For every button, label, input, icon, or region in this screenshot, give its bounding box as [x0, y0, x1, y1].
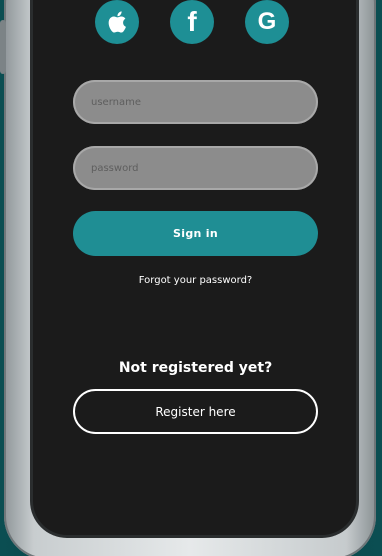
- social-login-row: f G: [95, 0, 295, 44]
- facebook-login-button[interactable]: f: [170, 0, 214, 44]
- username-input[interactable]: [73, 80, 318, 124]
- apple-login-button[interactable]: [95, 0, 139, 44]
- sign-in-button[interactable]: Sign in: [73, 211, 318, 256]
- not-registered-heading: Not registered yet?: [118, 360, 273, 376]
- forgot-password-link[interactable]: Forgot your password?: [73, 275, 318, 286]
- google-login-button[interactable]: G: [245, 0, 289, 44]
- facebook-icon: f: [187, 6, 197, 37]
- apple-icon: [108, 11, 126, 33]
- phone-side-button: [0, 20, 6, 74]
- google-icon: G: [257, 8, 277, 35]
- register-button[interactable]: Register here: [73, 389, 318, 434]
- password-input[interactable]: [73, 146, 318, 190]
